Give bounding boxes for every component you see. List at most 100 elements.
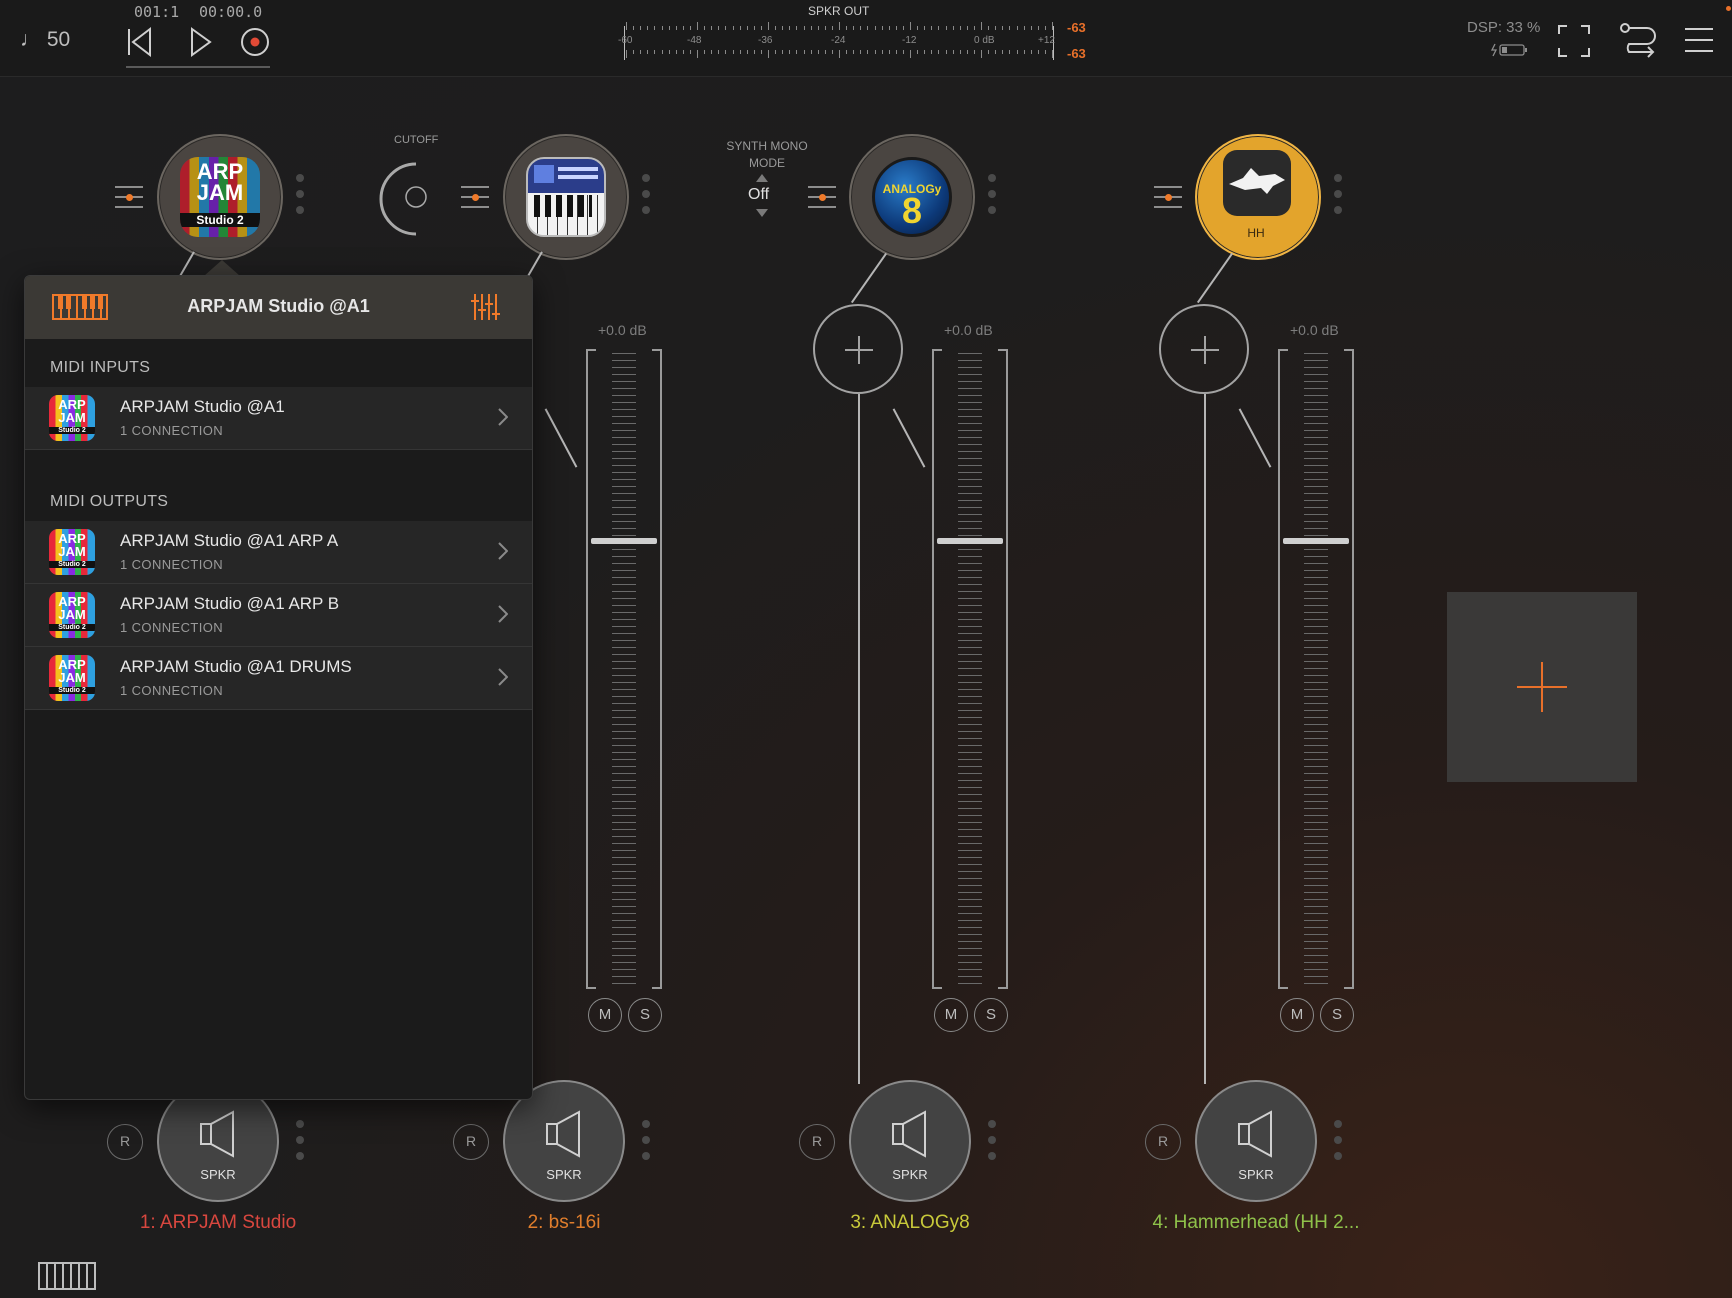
channel-2-name[interactable]: 2: bs-16i [414, 1212, 714, 1234]
channel-3-instrument-node[interactable]: ANALOGy 8 [849, 134, 975, 260]
midi-output-row[interactable]: ARP JAM Studio 2 ARPJAM Studio @A1 ARP A … [25, 521, 532, 584]
channel-1-record-button[interactable]: R [107, 1124, 143, 1160]
channel-1-node-dots[interactable] [296, 174, 304, 222]
meter-tick [952, 50, 954, 54]
chevron-right-icon [498, 542, 508, 560]
meter-tick [881, 26, 883, 30]
bar-position: 001:1 [134, 3, 180, 21]
channel-2-node-dots[interactable] [642, 174, 650, 222]
meter-tick [768, 50, 769, 58]
arpjam-icon: ARP JAM Studio 2 [49, 655, 95, 701]
channel-4-output-dots[interactable] [1334, 1120, 1342, 1168]
channel-2-mute-button[interactable]: M [588, 998, 622, 1032]
channel-3-output-dots[interactable] [988, 1120, 996, 1168]
add-channel-button[interactable] [1447, 592, 1637, 782]
channel-2-output-dots[interactable] [642, 1120, 650, 1168]
channel-2-menu-button[interactable] [461, 186, 489, 208]
record-icon[interactable] [240, 27, 270, 57]
channel-3-name[interactable]: 3: ANALOGy8 [760, 1212, 1060, 1234]
chevron-up-icon[interactable] [755, 173, 769, 183]
channel-1-menu-button[interactable] [115, 186, 143, 208]
meter-tick [817, 50, 819, 54]
fullscreen-icon[interactable] [1557, 24, 1591, 58]
chevron-down-icon[interactable] [755, 208, 769, 218]
midi-output-row[interactable]: ARP JAM Studio 2 ARPJAM Studio @A1 DRUMS … [25, 647, 532, 710]
keyboard-icon[interactable] [38, 1262, 96, 1290]
mixer-settings-icon[interactable] [471, 292, 501, 322]
wire [1196, 252, 1234, 304]
chevron-right-icon [498, 605, 508, 623]
synth-mono-mode-value[interactable]: Off [748, 186, 769, 204]
fader-handle[interactable] [1283, 538, 1349, 544]
channel-2-volume-fader[interactable] [586, 349, 662, 989]
midi-input-row[interactable]: ARP JAM Studio 2 ARPJAM Studio @A1 1 CONN… [25, 387, 532, 450]
meter-tick [647, 26, 649, 30]
channel-4-mute-button[interactable]: M [1280, 998, 1314, 1032]
hammerhead-icon [1223, 150, 1291, 216]
meter-tick [860, 26, 862, 30]
routing-icon[interactable] [1619, 22, 1657, 58]
fader-handle[interactable] [591, 538, 657, 544]
channel-1-output-dots[interactable] [296, 1120, 304, 1168]
meter-tick [867, 50, 869, 54]
fader-handle[interactable] [937, 538, 1003, 544]
channel-4-record-button[interactable]: R [1145, 1124, 1181, 1160]
midi-inputs-header: MIDI INPUTS [50, 359, 151, 376]
meter-tick [1052, 50, 1053, 58]
meter-tick [753, 26, 755, 30]
meter-tick [1023, 26, 1025, 30]
meter-tick [981, 22, 982, 30]
meter-tick [640, 50, 642, 54]
channel-2-instrument-node[interactable] [503, 134, 629, 260]
meter-tick [846, 26, 848, 30]
midi-outputs-header: MIDI OUTPUTS [50, 493, 169, 510]
menu-icon[interactable] [1684, 26, 1714, 54]
meter-tick [966, 50, 968, 54]
meter-tick [988, 50, 990, 54]
meter-tick [682, 50, 684, 54]
meter-tick [782, 26, 784, 30]
channel-2-record-button[interactable]: R [453, 1124, 489, 1160]
channel-3-mute-button[interactable]: M [934, 998, 968, 1032]
channel-3-node-dots[interactable] [988, 174, 996, 222]
meter-tick [952, 26, 954, 30]
meter-tick [760, 50, 762, 54]
meter-tick [1037, 50, 1039, 54]
midi-output-row[interactable]: ARP JAM Studio 2 ARPJAM Studio @A1 ARP B … [25, 584, 532, 647]
channel-4-name[interactable]: 4: Hammerhead (HH 2... [1106, 1212, 1406, 1234]
meter-tick [789, 26, 791, 30]
channel-3-menu-button[interactable] [808, 186, 836, 208]
play-icon[interactable] [189, 27, 213, 57]
speaker-icon [1238, 1110, 1272, 1158]
meter-tick [831, 50, 833, 54]
channel-4-node-dots[interactable] [1334, 174, 1342, 222]
channel-1-instrument-node[interactable]: ARP JAM Studio 2 [157, 134, 283, 260]
channel-2-solo-button[interactable]: S [628, 998, 662, 1032]
channel-4-add-effect-button[interactable] [1159, 304, 1249, 394]
channel-4-volume-fader[interactable] [1278, 349, 1354, 989]
channel-3-solo-button[interactable]: S [974, 998, 1008, 1032]
wire [179, 251, 195, 277]
status-dot [1726, 6, 1731, 11]
channel-3-output-node[interactable]: SPKR [849, 1080, 971, 1202]
speaker-icon [892, 1110, 926, 1158]
meter-tick [697, 22, 698, 30]
meter-tick [945, 50, 947, 54]
cutoff-knob[interactable] [372, 156, 438, 238]
tempo-display[interactable]: ♩ 50 [20, 28, 70, 52]
channel-3-volume-fader[interactable] [932, 349, 1008, 989]
meter-scale-label: +12 [1038, 35, 1055, 46]
rewind-icon[interactable] [126, 27, 152, 57]
channel-1-name[interactable]: 1: ARPJAM Studio [68, 1212, 368, 1234]
channel-4-output-node[interactable]: SPKR [1195, 1080, 1317, 1202]
wire [892, 408, 926, 468]
channel-4-menu-button[interactable] [1154, 186, 1182, 208]
meter-tick [675, 26, 677, 30]
arpjam-icon: ARP JAM Studio 2 [49, 592, 95, 638]
meter-tick [1002, 50, 1004, 54]
channel-4-solo-button[interactable]: S [1320, 998, 1354, 1032]
meter-tick [839, 22, 840, 30]
channel-4-instrument-node[interactable]: HH [1195, 134, 1321, 260]
channel-3-record-button[interactable]: R [799, 1124, 835, 1160]
channel-3-add-effect-button[interactable] [813, 304, 903, 394]
